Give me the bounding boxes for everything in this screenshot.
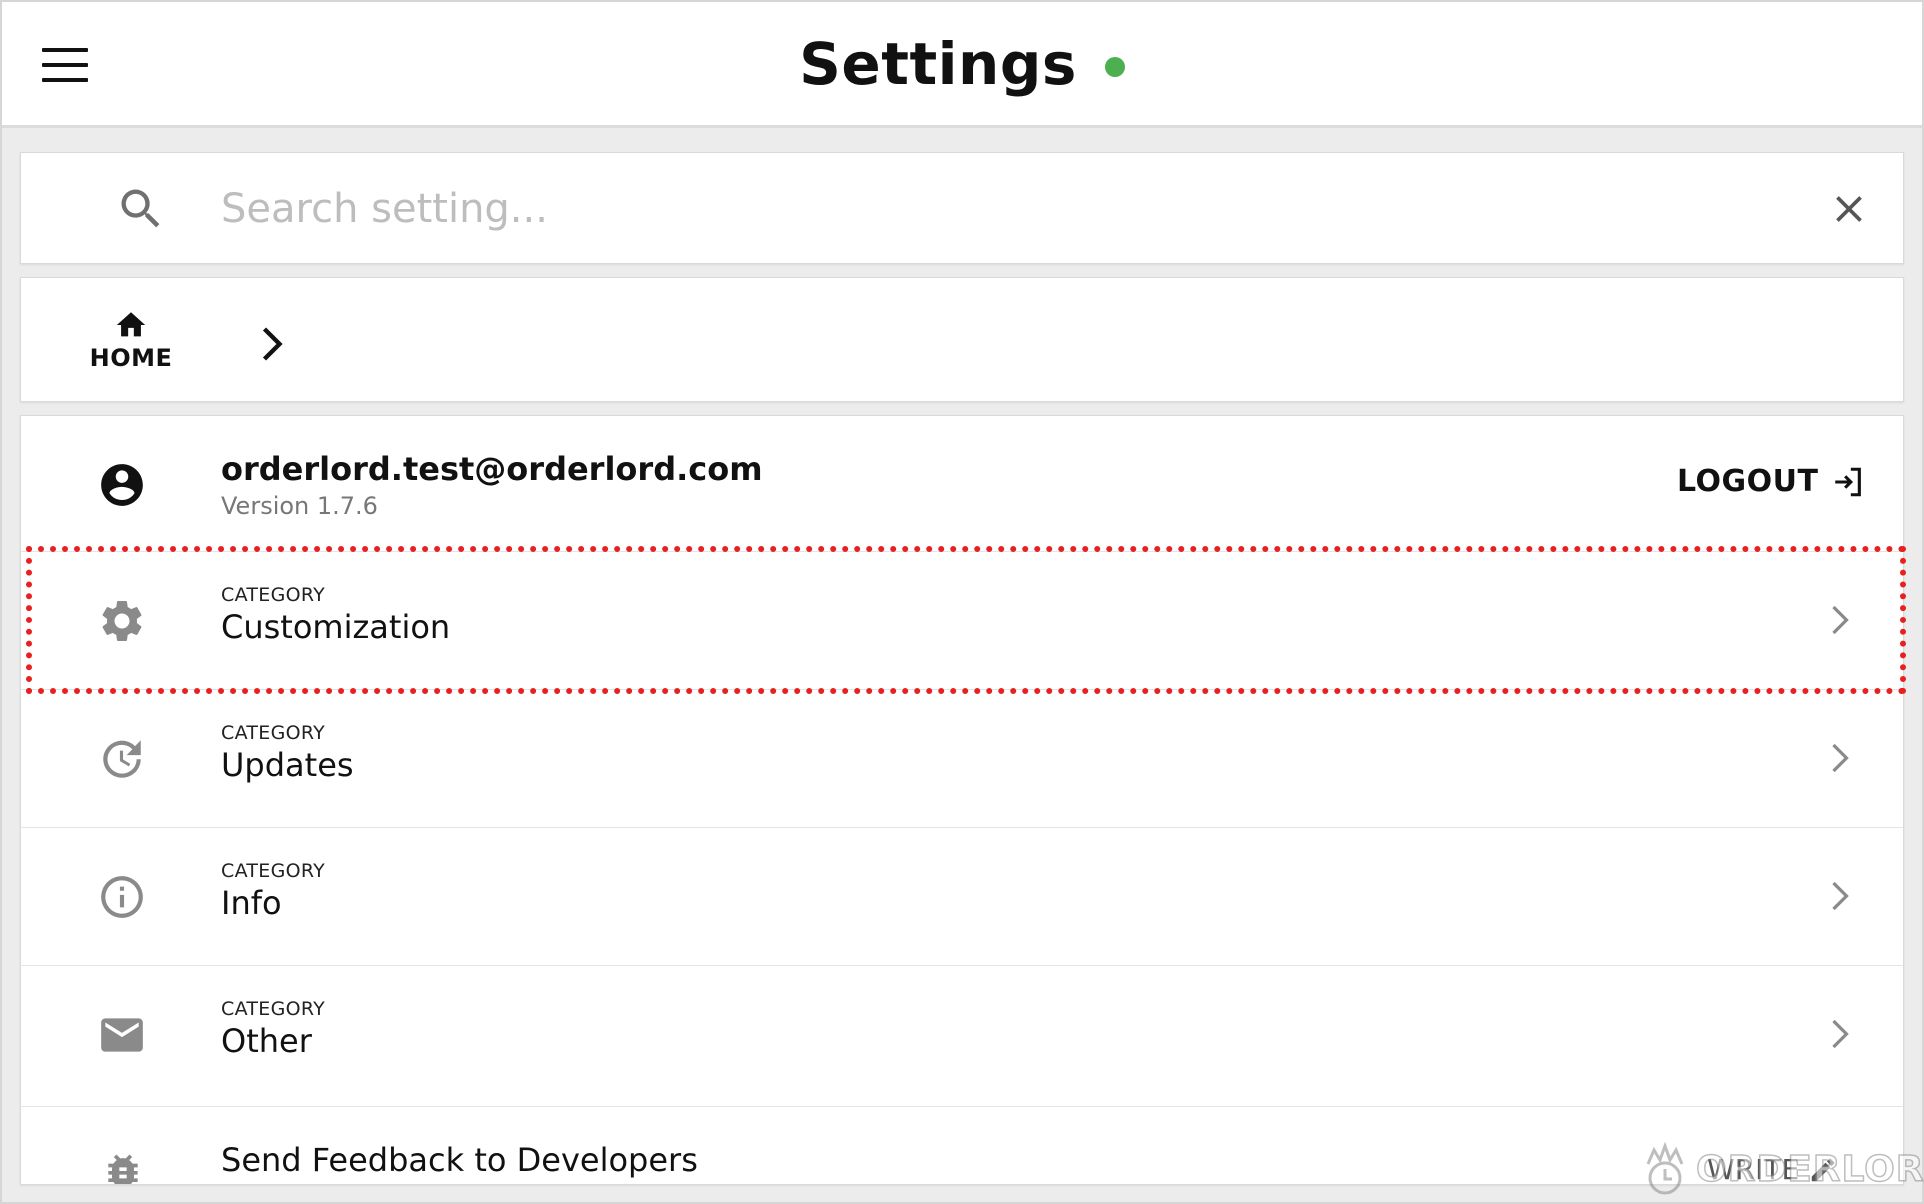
logout-label: LOGOUT <box>1677 464 1819 499</box>
mail-icon <box>101 1018 143 1052</box>
category-kicker: CATEGORY <box>221 722 326 744</box>
info-icon <box>101 876 143 918</box>
account-row: orderlord.test@orderlord.com Version 1.7… <box>21 416 1903 551</box>
chevron-right-icon <box>262 327 283 361</box>
category-kicker: CATEGORY <box>221 584 326 606</box>
logout-icon <box>1834 467 1861 496</box>
write-feedback-button[interactable]: WRITE <box>1707 1153 1838 1185</box>
write-label: WRITE <box>1707 1153 1800 1185</box>
page-title-container: Settings <box>2 30 1922 98</box>
logout-button[interactable]: LOGOUT <box>1677 464 1865 499</box>
breadcrumb-home[interactable]: HOME <box>81 308 181 372</box>
settings-list: orderlord.test@orderlord.com Version 1.7… <box>20 415 1904 1185</box>
breadcrumb: HOME <box>20 277 1904 402</box>
chevron-right-icon <box>1832 743 1849 773</box>
category-row-other[interactable]: CATEGORY Other <box>21 965 1903 1103</box>
category-row-updates[interactable]: CATEGORY Updates <box>21 689 1903 827</box>
close-icon[interactable] <box>1827 187 1871 231</box>
account-circle-icon <box>101 464 143 506</box>
search-icon <box>121 189 160 228</box>
app-version: Version 1.7.6 <box>221 492 378 520</box>
category-name: Updates <box>221 746 354 784</box>
category-name: Other <box>221 1022 312 1060</box>
app-header: Settings <box>2 2 1922 128</box>
category-kicker: CATEGORY <box>221 998 326 1020</box>
search-bar <box>20 152 1904 264</box>
page-title: Settings <box>799 30 1077 98</box>
chevron-right-icon <box>1832 605 1849 635</box>
status-dot-icon <box>1104 57 1125 77</box>
category-name: Info <box>221 884 282 922</box>
pencil-icon <box>1811 1158 1834 1181</box>
breadcrumb-home-label: HOME <box>89 344 173 372</box>
feedback-row[interactable]: Send Feedback to Developers WRITE <box>21 1106 1903 1185</box>
category-kicker: CATEGORY <box>221 860 326 882</box>
search-input[interactable] <box>221 181 1701 237</box>
gear-icon <box>102 601 142 641</box>
chevron-right-icon <box>1832 1019 1849 1049</box>
category-row-customization[interactable]: CATEGORY Customization <box>21 551 1903 689</box>
home-icon <box>116 312 146 337</box>
account-email: orderlord.test@orderlord.com <box>221 450 763 488</box>
feedback-label: Send Feedback to Developers <box>221 1141 698 1179</box>
update-icon <box>103 740 141 778</box>
category-name: Customization <box>221 608 451 646</box>
bug-icon <box>108 1154 138 1184</box>
chevron-right-icon <box>1832 881 1849 911</box>
category-row-info[interactable]: CATEGORY Info <box>21 827 1903 965</box>
